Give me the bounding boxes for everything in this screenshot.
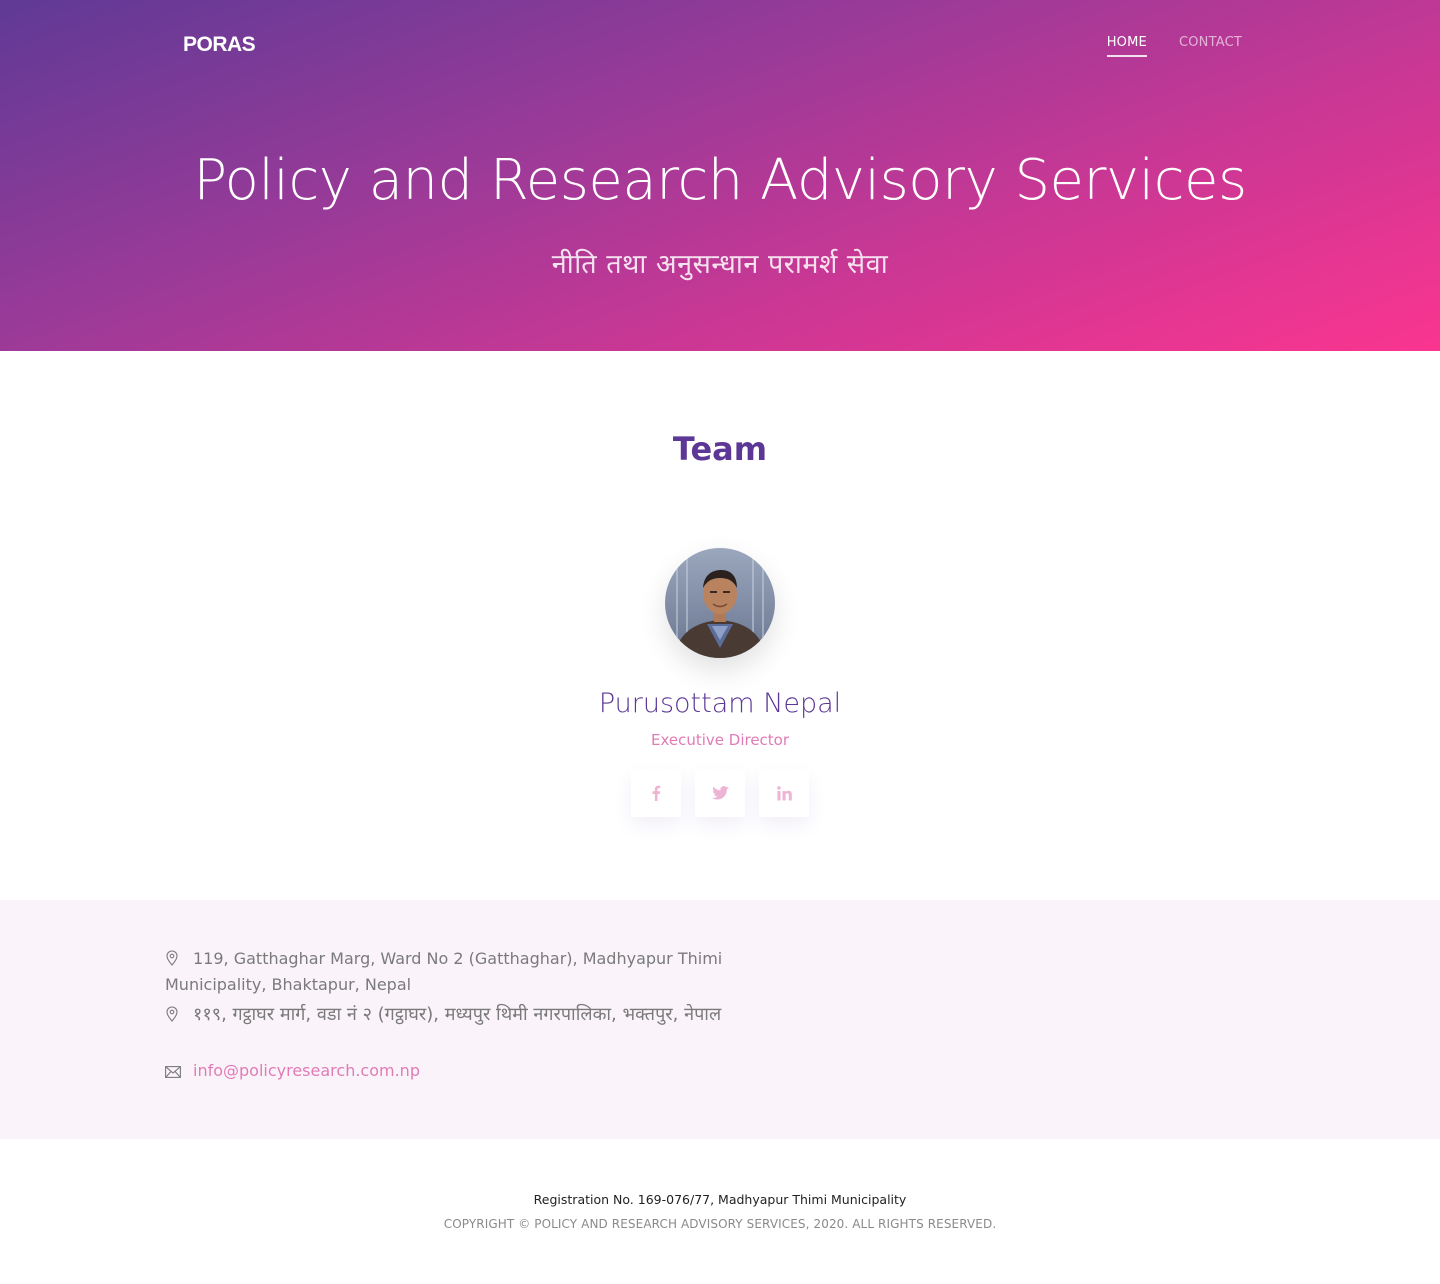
copyright-text: COPYRIGHT © POLICY AND RESEARCH ADVISORY…: [443, 1217, 997, 1231]
nav-home[interactable]: HOME: [1106, 35, 1147, 57]
hero-banner: PORAS HOME CONTACT Policy and Research A…: [0, 0, 1440, 351]
twitter-icon: [711, 786, 729, 800]
member-avatar: [665, 548, 775, 658]
team-section-title: Team: [672, 430, 768, 468]
address-english-text: 119, Gatthaghar Marg, Ward No 2 (Gatthag…: [165, 949, 723, 994]
twitter-link[interactable]: [695, 769, 745, 817]
email-line: info@policyresearch.com.np: [165, 1059, 725, 1085]
site-logo[interactable]: PORAS: [183, 33, 256, 57]
registration-text: Registration No. 169-076/77, Madhyapur T…: [533, 1192, 907, 1207]
map-pin-icon: [165, 1005, 193, 1029]
member-name: Purusottam Nepal: [598, 688, 842, 719]
linkedin-icon: [776, 785, 792, 800]
member-photo: [665, 548, 775, 658]
main-nav: HOME CONTACT: [1106, 35, 1242, 57]
envelope-icon: [165, 1061, 193, 1085]
hero-subtitle-nepali: नीति तथा अनुसन्धान परामर्श सेवा: [551, 249, 889, 280]
hero-title: Policy and Research Advisory Services: [193, 148, 1247, 213]
facebook-icon: [652, 785, 661, 801]
address-nepali: ११९, गट्ठाघर मार्ग, वडा नं २ (गट्ठाघर), …: [165, 1003, 725, 1029]
member-role: Executive Director: [650, 731, 790, 749]
linkedin-link[interactable]: [759, 769, 809, 817]
map-pin-icon: [165, 949, 193, 973]
address-nepali-text: ११९, गट्ठाघर मार्ग, वडा नं २ (गट्ठाघर), …: [193, 1004, 722, 1025]
member-social-links: [631, 769, 809, 817]
email-link[interactable]: info@policyresearch.com.np: [193, 1061, 420, 1080]
address-english: 119, Gatthaghar Marg, Ward No 2 (Gatthag…: [165, 947, 725, 997]
facebook-link[interactable]: [631, 769, 681, 817]
nav-contact[interactable]: CONTACT: [1179, 35, 1242, 57]
